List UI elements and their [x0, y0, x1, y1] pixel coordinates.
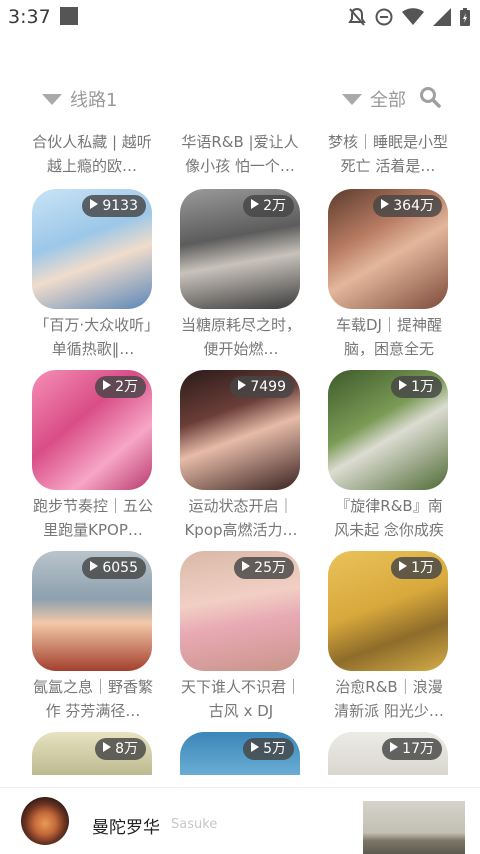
playlist-card[interactable]: 2万 跑步节奏控｜五公里跑量KPOP…	[32, 370, 154, 542]
playlist-card[interactable]: 5万	[180, 732, 302, 775]
battery-icon	[460, 8, 470, 26]
play-icon	[381, 199, 390, 209]
play-count: 1万	[411, 560, 434, 576]
play-count-badge: 6055	[82, 557, 146, 579]
playlist-cover: 25万	[180, 551, 300, 671]
play-count-badge: 7499	[230, 376, 294, 398]
mini-player[interactable]: 曼陀罗华 Sasuke	[0, 787, 480, 854]
filter-bar: 线路1 全部	[0, 80, 480, 116]
playlist-card-top-3[interactable]: 梦核｜睡眠是小型死亡 活着是…	[327, 130, 449, 178]
signal-icon	[433, 8, 451, 26]
playlist-card[interactable]: 1万 『旋律R&B』南风未起 念你成疾	[328, 370, 450, 542]
status-time: 3:37	[8, 6, 51, 28]
playlist-card[interactable]: 9133 「百万·大众收听」单循热歌‖…	[32, 189, 154, 361]
playlist-title: 『旋律R&B』南风未起 念你成疾	[334, 497, 444, 539]
playlist-cover: 2万	[180, 189, 300, 309]
playlist-cover: 1万	[328, 551, 448, 671]
play-count: 7499	[250, 379, 286, 395]
play-count-badge: 364万	[373, 195, 442, 217]
notification-square-icon	[60, 7, 78, 25]
play-count-badge: 5万	[243, 738, 294, 760]
playlist-card[interactable]: 8万	[32, 732, 154, 775]
line-label: 线路1	[70, 90, 118, 111]
play-count-badge: 17万	[382, 738, 442, 760]
play-icon	[238, 380, 247, 390]
playlist-title: 天下谁人不识君｜古风 x DJ	[180, 678, 301, 720]
play-count: 17万	[402, 741, 434, 757]
album-art-avatar[interactable]	[21, 797, 69, 845]
playlist-card-top-1[interactable]: 合伙人私藏 | 越听越上瘾的欧…	[31, 130, 153, 178]
playlist-card[interactable]: 7499 运动状态开启｜Kpop高燃活力…	[180, 370, 302, 542]
play-icon	[251, 742, 260, 752]
playlist-title: 车载DJ｜提神醒脑，困意全无	[336, 316, 442, 358]
artist-name: Sasuke	[171, 817, 218, 832]
wifi-icon	[402, 8, 424, 26]
playlist-card[interactable]: 2万 当糖原耗尽之时，便开始燃…	[180, 189, 302, 361]
play-count-badge: 8万	[95, 738, 146, 760]
play-icon	[90, 561, 99, 571]
play-count-badge: 2万	[243, 195, 294, 217]
search-icon[interactable]	[418, 85, 442, 109]
playlist-card[interactable]: 6055 氤氲之息｜野香繁作 芬芳满径…	[32, 551, 154, 723]
play-count: 1万	[411, 379, 434, 395]
play-icon	[390, 742, 399, 752]
play-count: 2万	[263, 198, 286, 214]
playlist-card[interactable]: 25万 天下谁人不识君｜古风 x DJ	[180, 551, 302, 723]
playlist-cover: 17万	[328, 732, 448, 775]
play-count: 9133	[102, 198, 138, 214]
playlist-card[interactable]: 364万 车载DJ｜提神醒脑，困意全无	[328, 189, 450, 361]
play-count: 8万	[115, 741, 138, 757]
playlist-title: 跑步节奏控｜五公里跑量KPOP…	[32, 497, 153, 539]
player-thumbnail[interactable]	[363, 801, 465, 854]
playlist-card-top-2[interactable]: 华语R&B |爱让人像小孩 怕一个…	[179, 130, 301, 178]
play-icon	[399, 380, 408, 390]
playlist-cover: 9133	[32, 189, 152, 309]
play-count-badge: 9133	[82, 195, 146, 217]
playlist-title: 当糖原耗尽之时，便开始燃…	[180, 316, 301, 358]
play-icon	[242, 561, 251, 571]
play-count-badge: 1万	[391, 376, 442, 398]
playlist-title: 合伙人私藏 | 越听越上瘾的欧…	[32, 133, 152, 175]
playlist-cover: 6055	[32, 551, 152, 671]
dropdown-triangle-icon	[42, 93, 62, 105]
play-count: 2万	[115, 379, 138, 395]
play-count-badge: 2万	[95, 376, 146, 398]
play-count: 364万	[393, 198, 434, 214]
play-icon	[90, 199, 99, 209]
playlist-title: 梦核｜睡眠是小型死亡 活着是…	[327, 133, 448, 175]
playlist-cover: 5万	[180, 732, 300, 775]
do-not-disturb-icon	[375, 8, 393, 26]
playlist-cover: 1万	[328, 370, 448, 490]
playlist-cover: 2万	[32, 370, 152, 490]
category-selector[interactable]: 全部	[342, 86, 406, 112]
play-count: 5万	[263, 741, 286, 757]
line-selector[interactable]: 线路1	[42, 86, 117, 112]
play-icon	[251, 199, 260, 209]
category-label: 全部	[370, 90, 406, 111]
playlist-cover: 364万	[328, 189, 448, 309]
playlist-title: 治愈R&B｜浪漫清新派 阳光少…	[334, 678, 444, 720]
play-icon	[399, 561, 408, 571]
play-icon	[103, 380, 112, 390]
playlist-card[interactable]: 1万 治愈R&B｜浪漫清新派 阳光少…	[328, 551, 450, 723]
status-bar: 3:37	[0, 0, 480, 34]
play-count: 25万	[254, 560, 286, 576]
playlist-title: 华语R&B |爱让人像小孩 怕一个…	[181, 133, 299, 175]
status-icons	[348, 7, 470, 27]
play-count-badge: 1万	[391, 557, 442, 579]
play-count: 6055	[102, 560, 138, 576]
playlist-card[interactable]: 17万	[328, 732, 450, 775]
playlist-title: 运动状态开启｜Kpop高燃活力…	[184, 497, 298, 539]
play-icon	[103, 742, 112, 752]
playlist-title: 「百万·大众收听」单循热歌‖…	[34, 316, 152, 358]
playlist-cover: 7499	[180, 370, 300, 490]
play-count-badge: 25万	[234, 557, 294, 579]
playlist-grid: 合伙人私藏 | 越听越上瘾的欧… 华语R&B |爱让人像小孩 怕一个… 梦核｜睡…	[0, 130, 480, 775]
playlist-title: 氤氲之息｜野香繁作 芬芳满径…	[32, 678, 153, 720]
dropdown-triangle-icon	[342, 93, 362, 105]
mute-bell-icon	[348, 7, 366, 27]
playlist-cover: 8万	[32, 732, 152, 775]
song-title: 曼陀罗华	[92, 818, 160, 838]
